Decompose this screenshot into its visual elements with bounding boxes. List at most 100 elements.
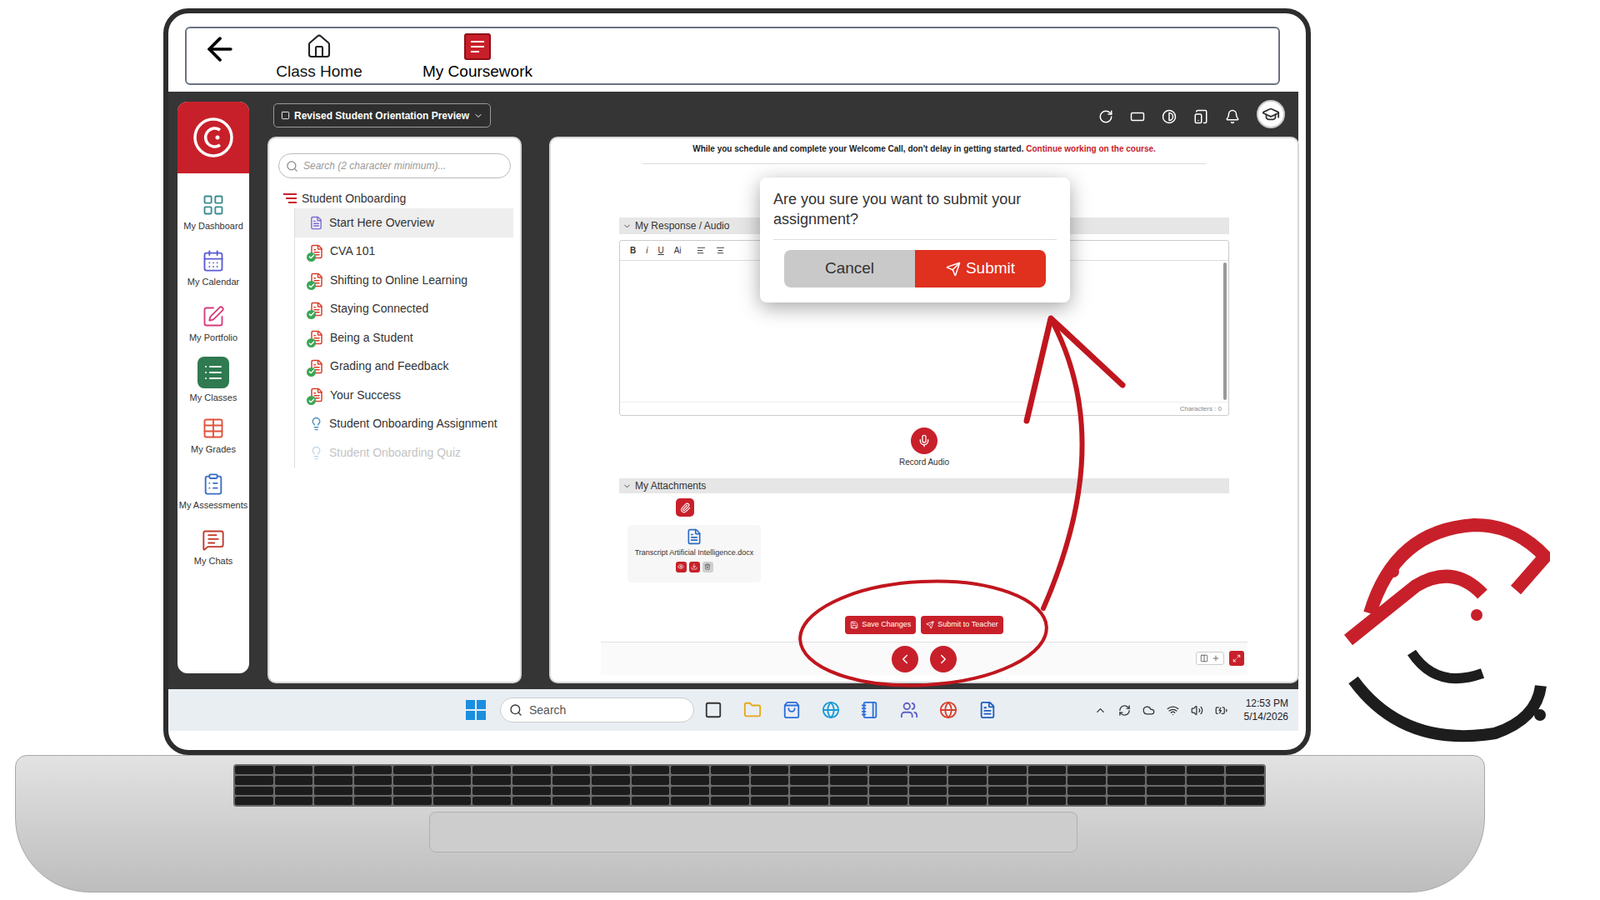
format-button[interactable]: U (657, 244, 664, 257)
tree-item[interactable]: Your Success (295, 380, 514, 410)
download-file-button[interactable] (689, 561, 700, 573)
format-button[interactable]: B (630, 244, 636, 257)
format-button[interactable]: i (645, 244, 648, 257)
sidebar-item[interactable]: My Portfolio (177, 295, 250, 352)
delete-file-button[interactable] (702, 561, 714, 573)
avatar[interactable] (1256, 100, 1285, 129)
tree-item[interactable]: Being a Student (295, 323, 514, 353)
view-file-button[interactable] (675, 561, 687, 573)
action-button[interactable]: Save Changes (845, 615, 916, 635)
plus-icon (1211, 654, 1220, 663)
completed-badge (306, 310, 316, 320)
view-controls[interactable] (1195, 651, 1225, 665)
tree-item[interactable]: Start Here Overview (295, 208, 514, 238)
cancel-button[interactable]: Cancel (784, 250, 915, 288)
tree-item[interactable]: Shifting to Online Learning (295, 265, 514, 295)
key (433, 775, 472, 785)
previous-button[interactable] (891, 645, 919, 673)
sidebar: My DashboardMy CalendarMy PortfolioMy Cl… (177, 101, 250, 674)
align-left-icon[interactable] (696, 245, 706, 255)
attach-button[interactable] (675, 498, 695, 517)
file-card[interactable]: Transcript Artificial Intelligence.docx (627, 525, 761, 583)
key (1146, 775, 1185, 785)
toolbar-icon[interactable] (1193, 109, 1209, 125)
dialog-button-label: Submit (965, 256, 1015, 281)
top-nav-item[interactable]: Class Home (260, 28, 378, 82)
key (790, 765, 829, 775)
key (354, 796, 393, 805)
key (591, 796, 630, 805)
graduation-cap-icon (1261, 105, 1280, 124)
key (631, 775, 670, 785)
key (830, 786, 869, 795)
tray-icon[interactable] (1166, 704, 1180, 717)
assignment-icon (309, 445, 324, 460)
notice-link[interactable]: Continue working on the course. (1025, 144, 1156, 154)
key (472, 765, 511, 775)
submit-button[interactable]: Submit (915, 250, 1046, 288)
completed-badge (306, 280, 316, 290)
key (1028, 796, 1067, 805)
taskbar-app-icon[interactable] (704, 700, 723, 720)
tree-item-label: Shifting to Online Learning (330, 271, 468, 290)
taskbar-app-icon[interactable] (900, 700, 919, 720)
top-nav-item[interactable]: My Coursework (410, 28, 545, 82)
key (909, 786, 948, 795)
tray-icon[interactable] (1094, 704, 1107, 717)
taskbar-app-icon[interactable] (782, 700, 801, 720)
tray-icon[interactable] (1118, 704, 1131, 717)
tray-icon[interactable] (1215, 704, 1228, 717)
taskbar-app-icon[interactable] (743, 700, 762, 720)
sidebar-item[interactable]: My Chats (177, 519, 250, 575)
search-field[interactable]: Search (2 character minimum)... (278, 153, 511, 179)
sidebar-item[interactable]: My Classes (177, 351, 250, 408)
tree-item[interactable]: Grading and Feedback (295, 352, 514, 382)
sidebar-item[interactable]: My Calendar (177, 240, 250, 296)
taskbar-search[interactable]: Search (500, 697, 695, 723)
sidebar-item[interactable]: My Assessments (177, 463, 250, 520)
taskbar-app-icon[interactable] (939, 700, 958, 720)
taskbar-app-icon[interactable] (860, 700, 880, 720)
toolbar-icon[interactable] (1161, 109, 1177, 125)
record-audio-button[interactable] (910, 427, 938, 455)
brand-logo-icon (192, 116, 235, 159)
attachments-header[interactable]: My Attachments (619, 478, 1230, 494)
taskbar-app-icon[interactable] (821, 700, 840, 720)
next-button[interactable] (930, 645, 957, 673)
tree-item[interactable]: CVA 101 (295, 237, 514, 267)
format-button[interactable]: Ai (674, 244, 682, 257)
key (988, 786, 1027, 795)
key (1186, 796, 1225, 805)
action-button[interactable]: Submit to Teacher (920, 615, 1003, 635)
tree-item-label: Student Onboarding Assignment (329, 415, 498, 433)
course-select[interactable]: Revised Student Orientation Preview (273, 103, 491, 128)
sidebar-item[interactable]: My Grades (177, 407, 250, 464)
back-button[interactable] (195, 28, 245, 70)
toolbar-icon[interactable] (1130, 109, 1145, 125)
lesson-icon-wrap (309, 359, 325, 375)
toolbar-icon[interactable] (1098, 109, 1114, 125)
completed-badge (306, 395, 316, 405)
taskbar-app-icon[interactable] (978, 700, 997, 720)
align-center-icon[interactable] (715, 245, 725, 255)
tree-root[interactable]: Student Onboarding (283, 188, 520, 209)
tree-item[interactable]: Staying Connected (295, 295, 514, 325)
key (393, 775, 432, 785)
toolbar-icon[interactable] (1225, 109, 1240, 125)
tray-icon[interactable] (1190, 704, 1204, 717)
expand-button[interactable] (1229, 650, 1245, 666)
key (1225, 786, 1265, 795)
key (1146, 786, 1185, 795)
clock[interactable]: 12:53 PM5/14/2026 (1244, 696, 1289, 724)
start-button[interactable] (465, 700, 486, 720)
key (909, 775, 948, 785)
tree-item[interactable]: Student Onboarding Assignment (295, 410, 514, 440)
top-nav-label: My Coursework (422, 61, 533, 82)
tree-item-label: Start Here Overview (329, 214, 435, 232)
action-icon (850, 620, 859, 630)
check-icon (308, 253, 315, 260)
columns-icon (1200, 654, 1209, 663)
sidebar-item[interactable]: My Dashboard (177, 184, 250, 240)
key (472, 775, 511, 785)
tray-icon[interactable] (1142, 704, 1155, 717)
